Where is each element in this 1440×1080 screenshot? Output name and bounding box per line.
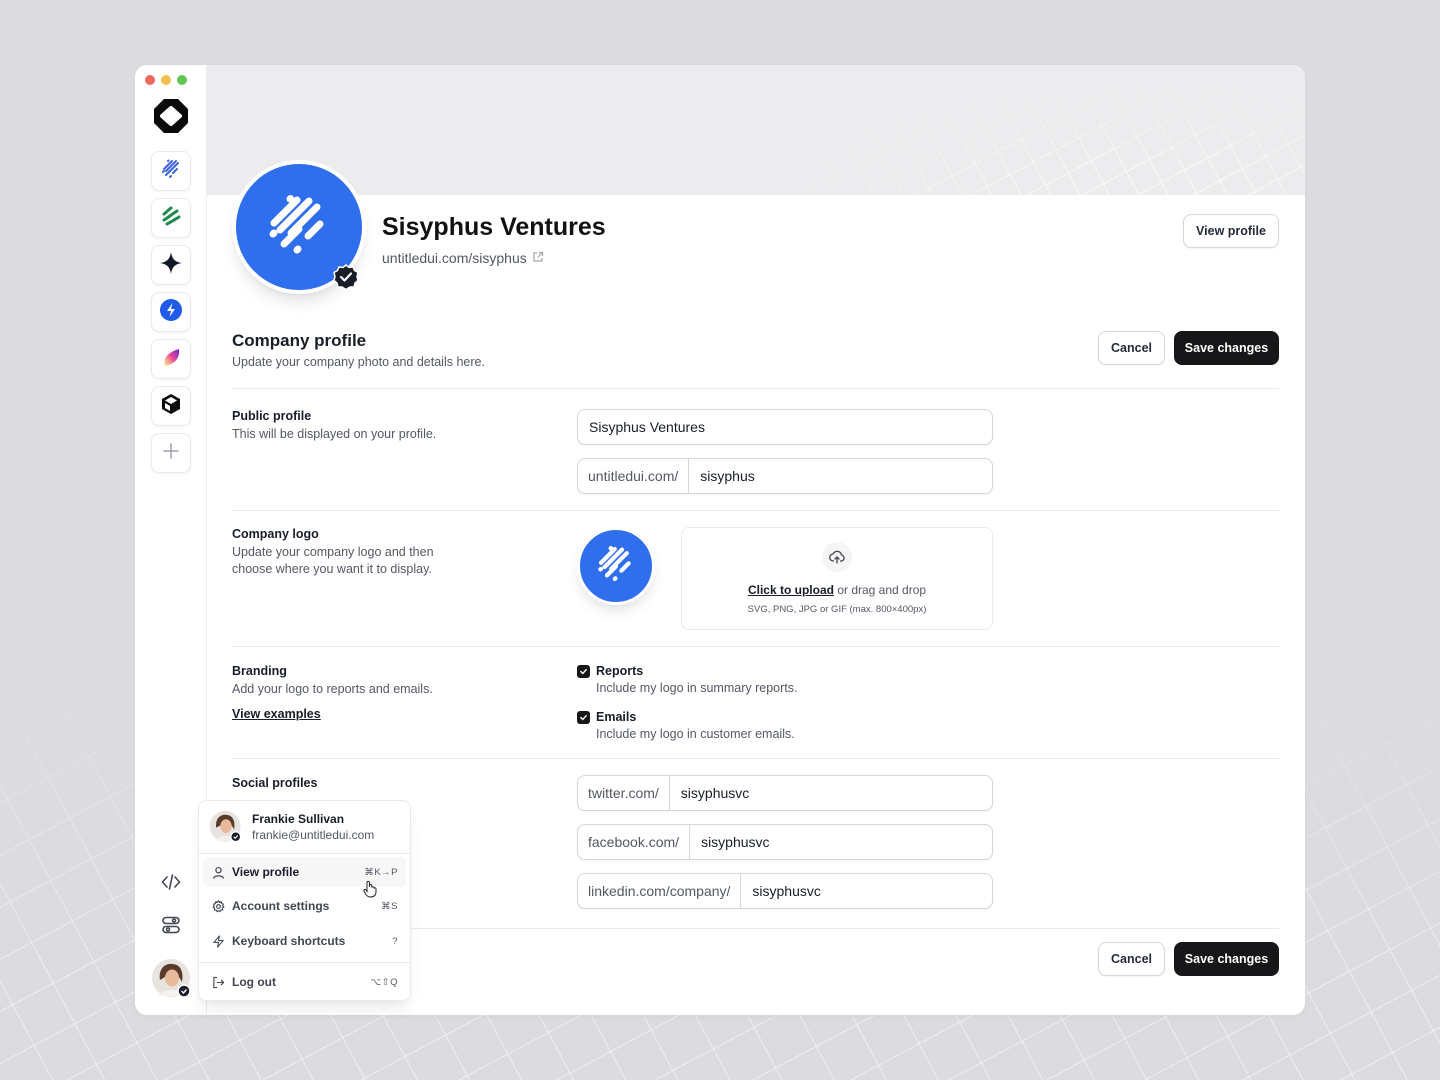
branding-label: Branding <box>232 664 287 678</box>
sidebar-app-cube[interactable] <box>151 386 191 426</box>
sidebar-app-lines[interactable] <box>151 151 191 191</box>
octagon-logo-icon[interactable] <box>153 98 189 134</box>
company-logo-icon <box>264 190 334 265</box>
twitter-prefix: twitter.com/ <box>578 776 670 810</box>
gradient-leaf-icon <box>159 345 183 374</box>
menu-item-shortcut: ? <box>392 935 398 947</box>
upload-instructions: Click to upload or drag and drop <box>682 583 992 597</box>
cancel-button[interactable]: Cancel <box>1098 331 1165 365</box>
divider <box>232 758 1279 759</box>
company-logo-label: Company logo <box>232 527 319 541</box>
linkedin-input[interactable]: linkedin.com/company/ sisyphusvc <box>577 873 993 909</box>
maximize-window-button[interactable] <box>177 75 187 85</box>
facebook-value: sisyphusvc <box>701 834 770 850</box>
user-dropdown-menu: Frankie Sullivan frankie@untitledui.com … <box>198 800 411 1001</box>
menu-item-shortcut: ⌘K→P <box>364 866 398 878</box>
user-icon <box>211 865 225 879</box>
menu-user-name: Frankie Sullivan <box>252 812 345 826</box>
footer-save-changes-button[interactable]: Save changes <box>1174 942 1279 976</box>
company-name: Sisyphus Ventures <box>382 213 606 241</box>
gear-icon <box>211 899 225 913</box>
code-icon[interactable] <box>159 870 183 894</box>
reports-label: Reports <box>596 664 644 678</box>
divider <box>232 646 1279 647</box>
plus-icon <box>163 442 179 464</box>
menu-item-log-out[interactable]: Log out ⌥⇧Q <box>203 967 406 997</box>
bolt-outline-icon <box>211 934 225 948</box>
divider <box>232 388 1279 389</box>
linkedin-prefix: linkedin.com/company/ <box>578 874 742 908</box>
cube-icon <box>160 393 182 420</box>
company-logo-description: Update your company logo and then choose… <box>232 545 434 576</box>
sidebar <box>135 65 207 1015</box>
profile-url-input[interactable]: untitledui.com/ sisyphus <box>577 458 993 494</box>
sidebar-app-sparkle[interactable] <box>151 245 191 285</box>
view-profile-button[interactable]: View profile <box>1183 214 1279 248</box>
menu-item-keyboard-shortcuts[interactable]: Keyboard shortcuts ? <box>203 926 406 956</box>
facebook-input[interactable]: facebook.com/ sisyphusvc <box>577 824 993 860</box>
user-avatar-button[interactable] <box>151 958 191 998</box>
company-url-text: untitledui.com/sisyphus <box>382 250 527 266</box>
logout-icon <box>211 975 225 989</box>
menu-divider <box>199 853 410 854</box>
drag-drop-text: or drag and drop <box>837 583 927 597</box>
social-profiles-label: Social profiles <box>232 776 318 790</box>
minimize-window-button[interactable] <box>161 75 171 85</box>
diagonal-lines-icon <box>160 158 182 185</box>
hand-cursor-icon <box>363 880 377 898</box>
section-subtitle: Update your company photo and details he… <box>232 355 485 369</box>
public-profile-description: This will be displayed on your profile. <box>232 427 437 441</box>
window-controls <box>145 75 187 85</box>
menu-user-header: Frankie Sullivan frankie@untitledui.com <box>209 810 409 844</box>
green-waves-icon <box>160 205 182 232</box>
menu-user-email: frankie@untitledui.com <box>252 828 375 842</box>
linkedin-value: sisyphusvc <box>752 883 821 899</box>
upload-cloud-icon <box>822 542 852 572</box>
click-to-upload-link[interactable]: Click to upload <box>748 583 834 597</box>
company-url-link[interactable]: untitledui.com/sisyphus <box>382 250 544 266</box>
verified-badge-icon <box>332 263 360 291</box>
emails-checkbox[interactable] <box>577 711 590 724</box>
reports-description: Include my logo in summary reports. <box>596 681 798 695</box>
emails-label: Emails <box>596 710 637 724</box>
url-prefix: untitledui.com/ <box>578 459 690 493</box>
url-value: sisyphus <box>700 468 755 484</box>
twitter-value: sisyphusvc <box>680 785 750 801</box>
add-app-button[interactable] <box>151 433 191 473</box>
menu-item-label: Log out <box>232 975 276 989</box>
save-changes-button[interactable]: Save changes <box>1174 331 1279 365</box>
menu-item-shortcut: ⌘S <box>381 900 398 912</box>
menu-item-label: Keyboard shortcuts <box>232 934 346 948</box>
sidebar-app-gradient[interactable] <box>151 339 191 379</box>
footer-cancel-button[interactable]: Cancel <box>1098 942 1165 976</box>
public-profile-label: Public profile <box>232 409 312 423</box>
toggles-icon[interactable] <box>159 913 183 937</box>
twitter-input[interactable]: twitter.com/ sisyphusvc <box>577 775 993 811</box>
menu-item-shortcut: ⌥⇧Q <box>370 976 398 988</box>
view-examples-link[interactable]: View examples <box>232 707 321 721</box>
upload-hint: SVG, PNG, JPG or GIF (max. 800×400px) <box>747 604 927 615</box>
sidebar-app-waves[interactable] <box>151 198 191 238</box>
company-name-value: Sisyphus Ventures <box>589 419 705 435</box>
close-window-button[interactable] <box>145 75 155 85</box>
divider <box>232 510 1279 511</box>
menu-item-label: View profile <box>232 865 300 879</box>
sparkle-icon <box>159 251 183 280</box>
company-logo-preview <box>577 527 655 605</box>
menu-item-label: Account settings <box>232 899 330 913</box>
emails-description: Include my logo in customer emails. <box>596 727 795 741</box>
company-name-input[interactable]: Sisyphus Ventures <box>577 409 993 445</box>
menu-user-avatar <box>209 810 242 843</box>
branding-description: Add your logo to reports and emails. <box>232 682 433 696</box>
sidebar-app-bolt[interactable] <box>151 292 191 332</box>
section-title: Company profile <box>232 331 367 350</box>
external-link-icon <box>532 250 544 266</box>
bolt-icon <box>159 298 183 327</box>
menu-divider <box>199 962 410 963</box>
reports-checkbox[interactable] <box>577 665 590 678</box>
logo-upload-dropzone[interactable]: Click to upload or drag and drop SVG, PN… <box>681 527 993 630</box>
facebook-prefix: facebook.com/ <box>578 825 691 859</box>
company-logo-icon <box>595 543 637 590</box>
